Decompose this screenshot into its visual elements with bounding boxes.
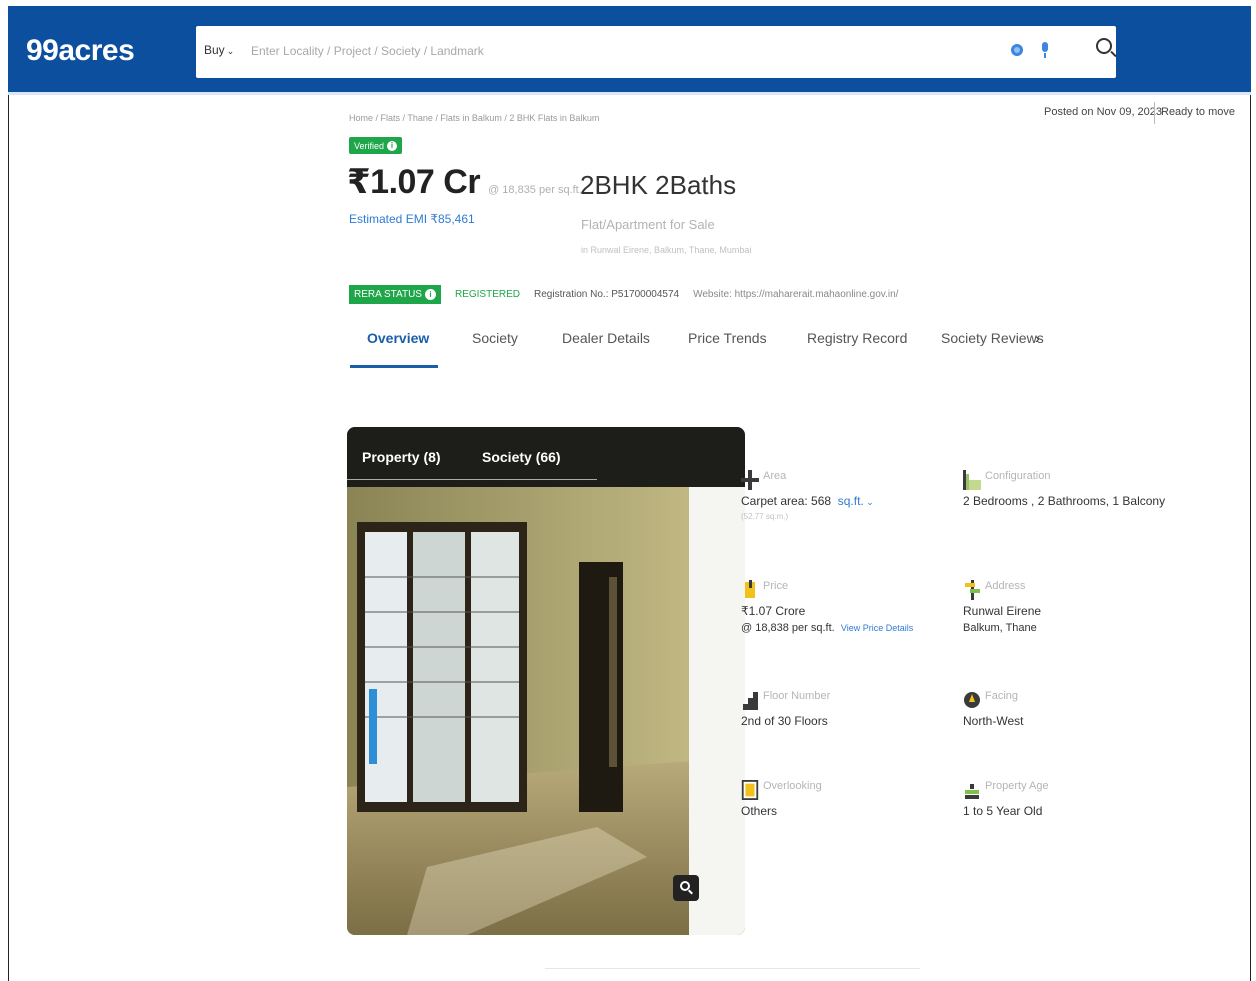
property-address: in Runwal Eirene, Balkum, Thane, Mumbai <box>581 245 752 255</box>
compass-icon <box>964 692 980 708</box>
floor-label: Floor Number <box>763 690 831 702</box>
rera-row: RERA STATUS i REGISTERED Registration No… <box>349 285 898 304</box>
signpost-icon <box>965 580 980 600</box>
property-age-value: 1 to 5 Year Old <box>963 804 1043 818</box>
tab-overview[interactable]: Overview <box>367 330 429 346</box>
property-type: Flat/Apartment for Sale <box>581 217 715 232</box>
property-photo <box>347 427 745 935</box>
buy-dropdown[interactable]: Buy ⌄ <box>204 43 234 57</box>
facing-label: Facing <box>985 690 1019 702</box>
facing-value: North-West <box>963 714 1024 728</box>
area-unit-dropdown[interactable]: sq.ft. <box>838 494 864 508</box>
price-value: ₹1.07 Crore <box>741 604 806 618</box>
address-value: Runwal Eirene <box>963 604 1042 618</box>
tab-registry-record[interactable]: Registry Record <box>807 330 907 346</box>
info-icon[interactable]: i <box>387 140 398 151</box>
site-header: 99acres Buy ⌄ <box>8 6 1251 95</box>
info-icon[interactable]: i <box>424 289 436 300</box>
posted-date: Posted on Nov 09, 2023 <box>1044 106 1163 118</box>
overlooking-label: Overlooking <box>763 780 822 792</box>
property-age-label: Property Age <box>985 780 1049 792</box>
rera-website-link[interactable]: Website: https://maharerait.mahaonline.g… <box>693 289 898 300</box>
building-age-icon <box>965 784 979 799</box>
area-label: Area <box>763 470 787 482</box>
tab-price-trends[interactable]: Price Trends <box>688 330 767 346</box>
tabs-next-arrow[interactable]: › <box>1035 330 1040 346</box>
area-sqm: (52.77 sq.m.) <box>741 512 789 521</box>
location-icon[interactable] <box>1011 44 1023 56</box>
mic-icon[interactable] <box>1040 42 1050 60</box>
rera-registration-number: Registration No.: P51700004574 <box>534 289 680 300</box>
verified-label: Verified <box>354 140 385 151</box>
tab-society-reviews[interactable]: Society Reviews <box>941 330 1044 346</box>
rera-registered-status: REGISTERED <box>454 289 520 300</box>
search-input[interactable] <box>251 40 951 62</box>
configuration-label: Configuration <box>985 470 1051 482</box>
gallery-tab-divider <box>347 479 597 480</box>
stairs-icon <box>743 692 758 710</box>
tab-society[interactable]: Society <box>472 330 518 346</box>
rera-badge-label: RERA STATUS <box>354 289 422 300</box>
site-logo[interactable]: 99acres <box>26 34 135 68</box>
configuration-value: 2 Bedrooms , 2 Bathrooms, 1 Balcony <box>963 494 1166 508</box>
breadcrumb[interactable]: Home / Flats / Thane / Flats in Balkum /… <box>349 113 599 123</box>
area-value: Carpet area: 568 sq.ft. ⌄ <box>741 494 874 508</box>
search-bar: Buy ⌄ <box>196 26 1118 78</box>
buy-dropdown-label: Buy <box>204 43 225 57</box>
bed-icon <box>963 470 981 490</box>
address-locality: Balkum, Thane <box>963 622 1037 634</box>
possession-status: Ready to move <box>1161 106 1235 118</box>
gallery-tab-society[interactable]: Society (66) <box>482 449 561 465</box>
floor-value: 2nd of 30 Floors <box>741 714 828 728</box>
price-per-sqft: @ 18,835 per sq.ft. <box>488 184 582 196</box>
property-photo-gallery[interactable]: Property (8) Society (66) <box>347 427 745 935</box>
price-row: ₹1.07 Cr @ 18,835 per sq.ft. <box>347 162 582 202</box>
price-label: Price <box>763 580 789 592</box>
rera-status-badge: RERA STATUS i <box>349 285 441 304</box>
area-carpet-text: Carpet area: 568 <box>741 494 832 508</box>
page-frame-left <box>8 95 9 981</box>
price-main: ₹1.07 Cr <box>347 163 481 201</box>
page-frame-right <box>1250 95 1251 981</box>
window-icon <box>741 780 759 800</box>
meta-divider <box>1154 102 1155 124</box>
gallery-tab-property[interactable]: Property (8) <box>362 449 441 465</box>
price-per-sqft-text: @ 18,838 per sq.ft. <box>741 622 835 634</box>
section-divider <box>545 968 920 969</box>
chevron-down-icon: ⌄ <box>863 497 874 507</box>
property-title: 2BHK 2Baths <box>580 170 737 200</box>
search-icon[interactable] <box>1096 38 1118 62</box>
view-price-details-link[interactable]: View Price Details <box>841 623 913 633</box>
estimated-emi-link[interactable]: Estimated EMI ₹85,461 <box>349 212 475 226</box>
overlooking-value: Others <box>741 804 778 818</box>
tab-active-indicator <box>350 365 438 368</box>
address-label: Address <box>985 580 1026 592</box>
tab-dealer-details[interactable]: Dealer Details <box>562 330 650 346</box>
zoom-in-icon[interactable] <box>673 875 699 901</box>
price-tag-icon <box>745 580 755 598</box>
section-tabs: Overview Society Dealer Details Price Tr… <box>350 330 1070 370</box>
area-icon <box>741 470 759 490</box>
price-per-sqft-detail: @ 18,838 per sq.ft. View Price Details <box>741 622 913 634</box>
verified-badge: Verified i <box>349 137 403 154</box>
chevron-down-icon: ⌄ <box>226 46 235 56</box>
